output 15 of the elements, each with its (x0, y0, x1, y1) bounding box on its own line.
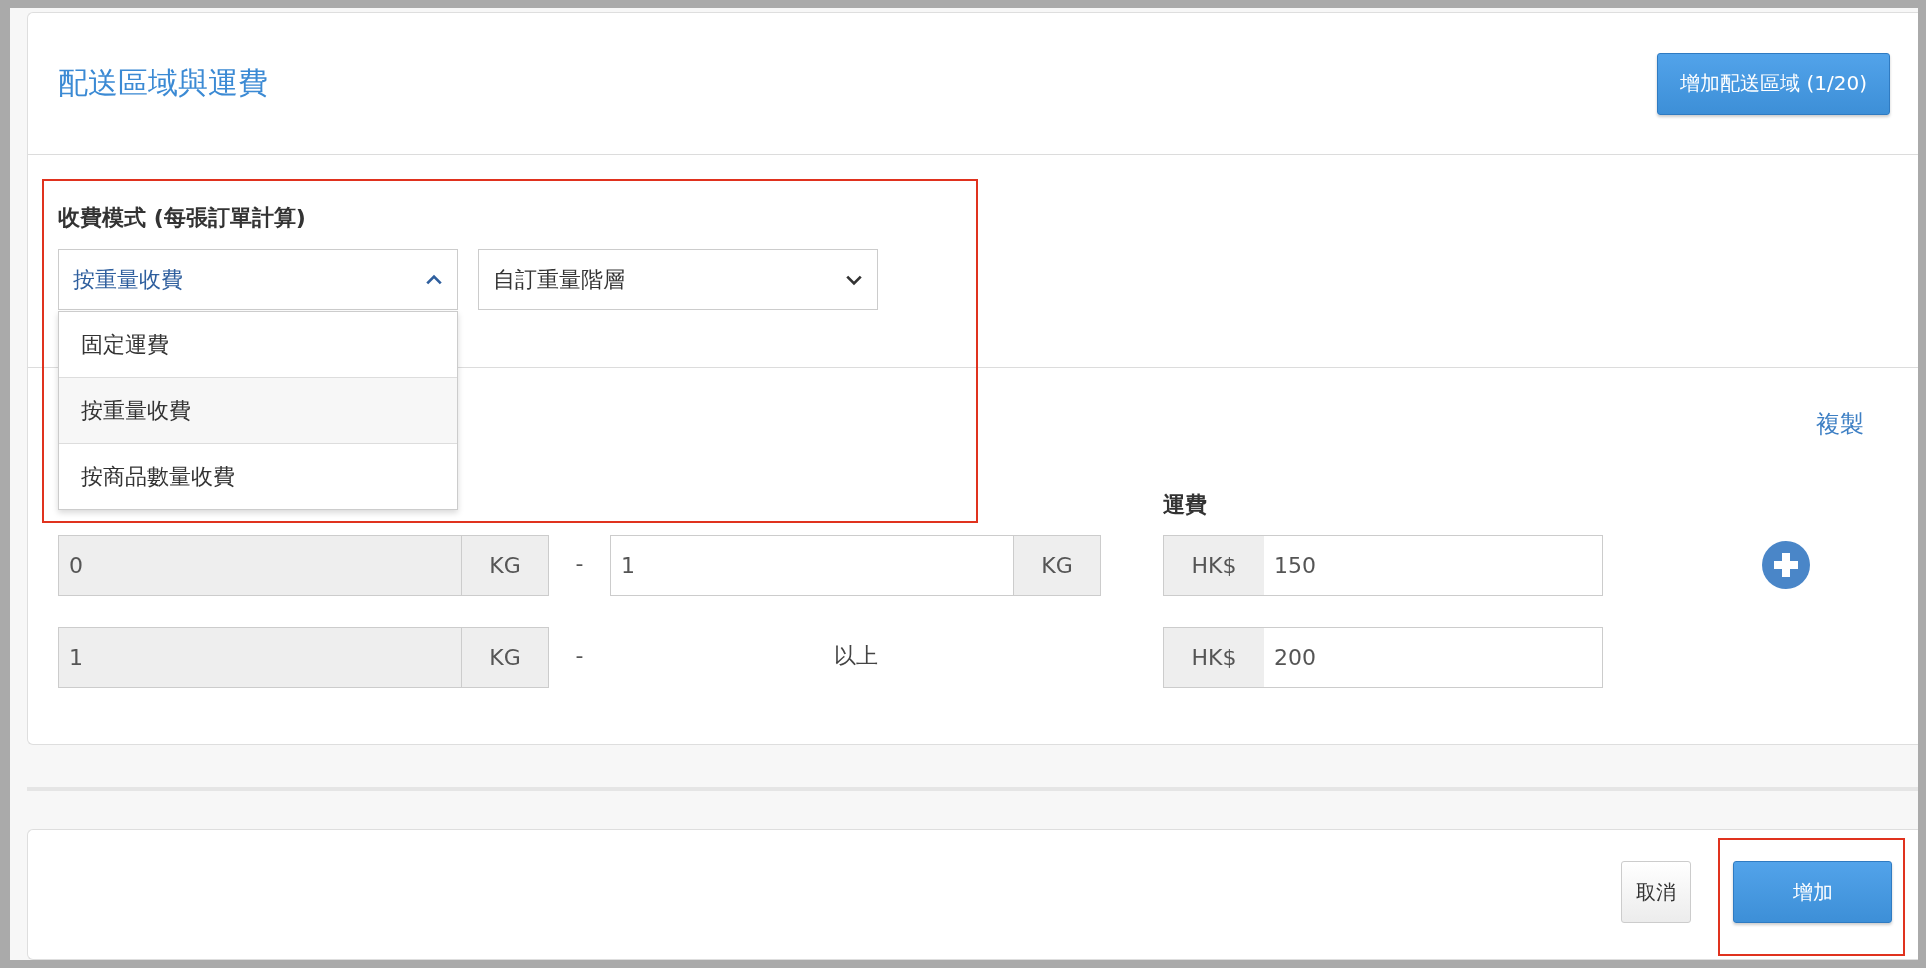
dropdown-option[interactable]: 按重量收費 (59, 378, 457, 444)
field-label: 收費模式 (每張訂單計算) (58, 204, 307, 232)
dropdown-option[interactable]: 按商品數量收費 (59, 444, 457, 509)
chevron-down-icon (845, 273, 863, 286)
range-end-label: 以上 (833, 642, 878, 670)
range-separator: - (574, 550, 585, 578)
cancel-button[interactable]: 取消 (1621, 861, 1691, 923)
add-row-icon[interactable] (1762, 541, 1810, 589)
chevron-up-icon (425, 273, 443, 286)
tier-select[interactable]: 自訂重量階層 (478, 249, 878, 310)
column-heading: 運費 (1163, 491, 1208, 519)
section-title: 配送區域與運費 (58, 64, 268, 102)
range-separator: - (574, 642, 585, 670)
mode-select[interactable]: 按重量收費 (58, 249, 458, 310)
copy-link[interactable]: 複製 (1816, 408, 1864, 436)
